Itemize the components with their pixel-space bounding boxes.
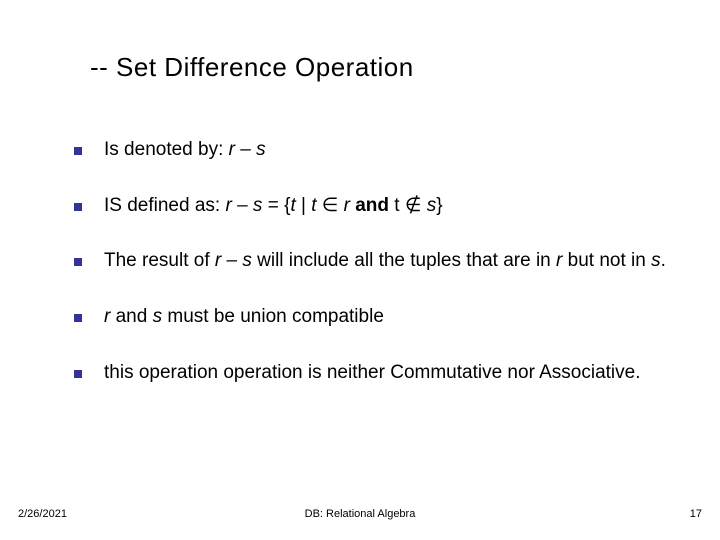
math-var: t bbox=[389, 195, 405, 216]
list-item-text: Is denoted by: r – s bbox=[104, 137, 680, 163]
math-var: r bbox=[338, 195, 355, 216]
math-expr: r – s bbox=[225, 195, 267, 216]
list-item: this operation operation is neither Comm… bbox=[40, 360, 680, 386]
not-element-of-symbol: ∉ bbox=[405, 195, 422, 216]
list-item: r and s must be union compatible bbox=[40, 304, 680, 330]
math-var: s bbox=[651, 250, 661, 271]
text-run: must be union compatible bbox=[162, 306, 384, 327]
square-bullet-icon bbox=[74, 370, 82, 378]
list-item: IS defined as: r – s = {t | t ∈ r and t … bbox=[40, 193, 680, 219]
slide: -- Set Difference Operation Is denoted b… bbox=[0, 0, 720, 540]
math-var: t bbox=[311, 195, 322, 216]
text-run: Is denoted by: bbox=[104, 139, 229, 160]
text-run: The result of bbox=[104, 250, 215, 271]
footer-title: DB: Relational Algebra bbox=[305, 508, 416, 520]
text-run: and bbox=[116, 306, 153, 327]
math-var: s bbox=[421, 195, 436, 216]
square-bullet-icon bbox=[74, 258, 82, 266]
list-item-text: IS defined as: r – s = {t | t ∈ r and t … bbox=[104, 193, 680, 219]
text-run: } bbox=[436, 195, 442, 216]
math-var: r bbox=[104, 306, 116, 327]
list-item-text: The result of r – s will include all the… bbox=[104, 248, 680, 274]
math-var: r bbox=[556, 250, 568, 271]
bullet-list: Is denoted by: r – s IS defined as: r – … bbox=[40, 137, 680, 385]
slide-footer: 2/26/2021 DB: Relational Algebra 17 bbox=[0, 508, 720, 520]
square-bullet-icon bbox=[74, 314, 82, 322]
math-var: s bbox=[153, 306, 163, 327]
text-run: IS defined as: bbox=[104, 195, 225, 216]
text-run: . bbox=[661, 250, 666, 271]
text-run: | bbox=[301, 195, 311, 216]
math-expr: r – s bbox=[229, 139, 266, 160]
math-var: t bbox=[290, 195, 301, 216]
list-item: The result of r – s will include all the… bbox=[40, 248, 680, 274]
square-bullet-icon bbox=[74, 203, 82, 211]
footer-date: 2/26/2021 bbox=[18, 508, 67, 520]
keyword-and: and bbox=[355, 195, 389, 216]
slide-title: -- Set Difference Operation bbox=[90, 52, 680, 83]
element-of-symbol: ∈ bbox=[322, 195, 339, 216]
list-item-text: r and s must be union compatible bbox=[104, 304, 680, 330]
text-run: but not in bbox=[568, 250, 651, 271]
list-item-text: this operation operation is neither Comm… bbox=[104, 360, 680, 386]
slide-number: 17 bbox=[690, 508, 702, 520]
list-item: Is denoted by: r – s bbox=[40, 137, 680, 163]
math-expr: r – s bbox=[215, 250, 257, 271]
square-bullet-icon bbox=[74, 147, 82, 155]
text-run: will include all the tuples that are in bbox=[257, 250, 556, 271]
text-run: = { bbox=[268, 195, 291, 216]
